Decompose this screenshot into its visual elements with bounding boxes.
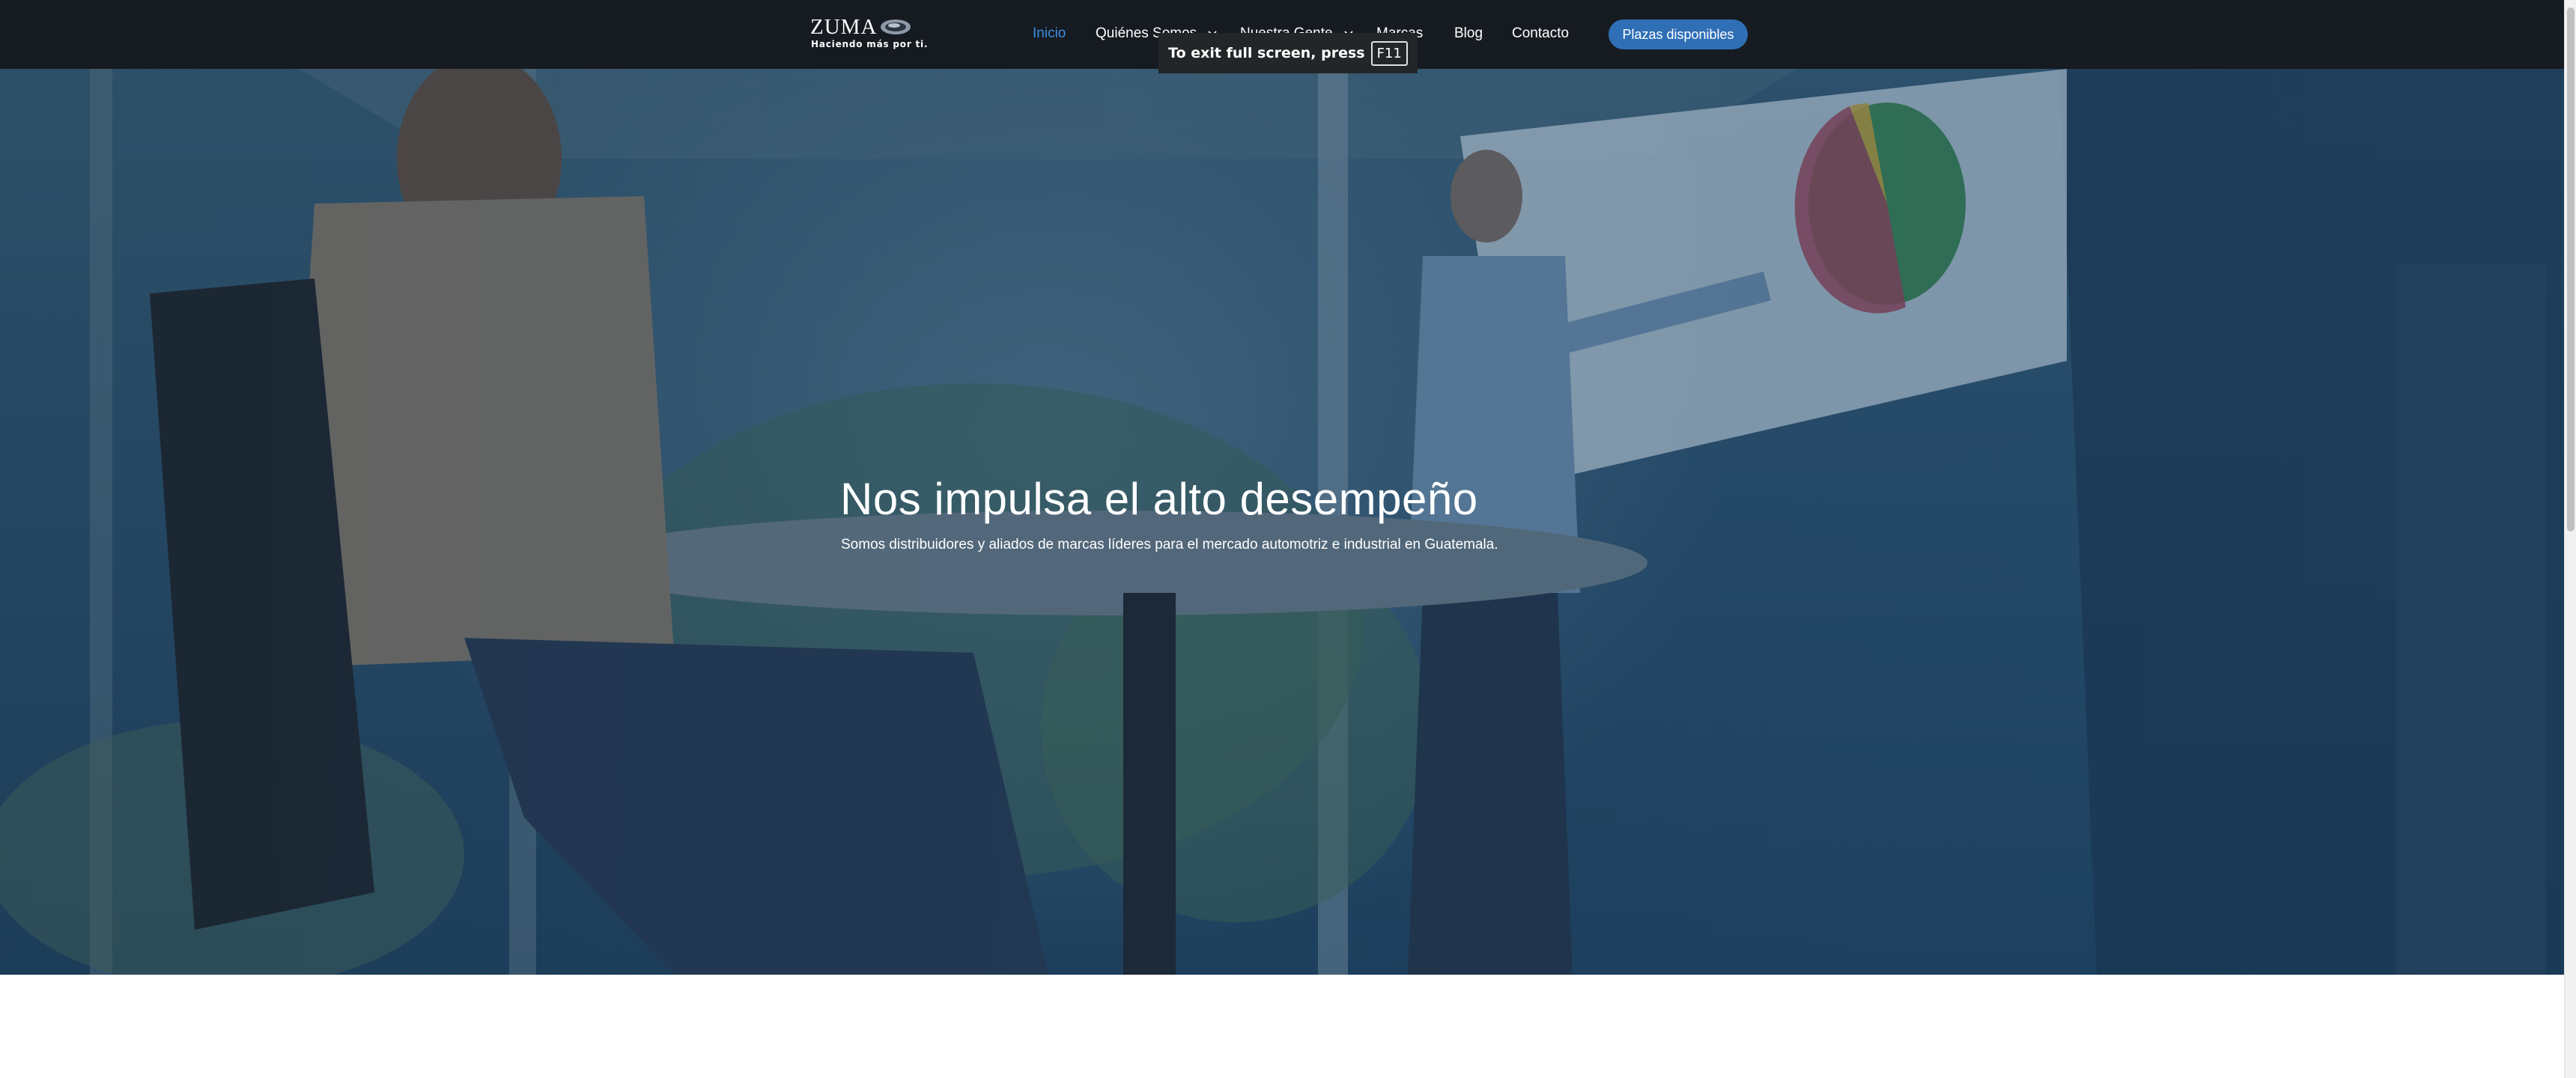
nav-item-contacto[interactable]: Contacto: [1512, 22, 1569, 45]
nav-item-label: Contacto: [1512, 25, 1570, 41]
fullscreen-notice-text: To exit full screen, press: [1168, 45, 1365, 61]
fullscreen-exit-notice: To exit full screen, press F11: [1158, 33, 1418, 73]
plazas-disponibles-button[interactable]: Plazas disponibles: [1609, 19, 1748, 49]
hero-banner: Nos impulsa el alto desempeño Somos dist…: [0, 69, 2564, 975]
f11-key-badge: F11: [1370, 40, 1408, 66]
scrollbar-thumb[interactable]: [2567, 7, 2575, 532]
page-scrollbar[interactable]: [2564, 0, 2576, 1078]
nav-item-label: Blog: [1454, 25, 1483, 41]
hero-title: Nos impulsa el alto desempeño: [840, 474, 1478, 524]
nav-item-inicio[interactable]: Inicio: [1033, 22, 1066, 45]
nav-item-label: Inicio: [1033, 25, 1066, 41]
zuma-logo-icon: [881, 19, 911, 34]
zuma-logo[interactable]: ZUMA Haciendo más por ti.: [810, 15, 928, 54]
nav-item-blog[interactable]: Blog: [1454, 22, 1483, 45]
logo-wordmark: ZUMA: [810, 15, 878, 39]
hero-subtitle: Somos distribuidores y aliados de marcas…: [841, 537, 1498, 552]
logo-tagline: Haciendo más por ti.: [811, 39, 929, 49]
